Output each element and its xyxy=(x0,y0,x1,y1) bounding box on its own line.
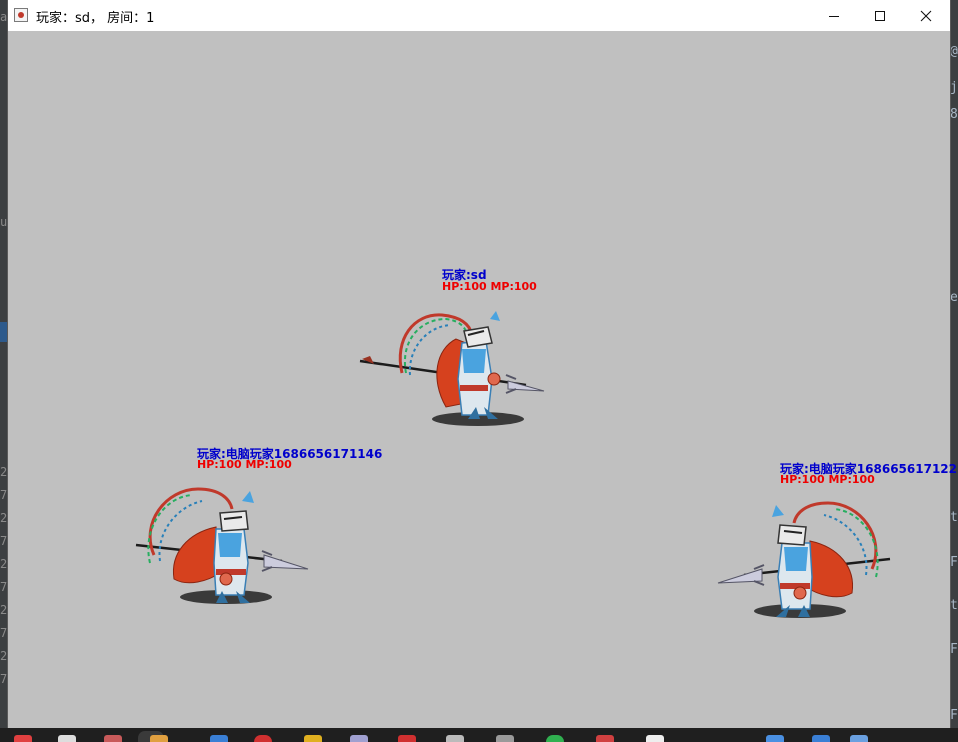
taskbar-app-icon[interactable] xyxy=(446,735,464,742)
window-title: 玩家：sd， 房间：1 xyxy=(36,11,155,26)
taskbar-app-icon[interactable] xyxy=(812,735,830,742)
player-stats-label: HP:100 MP:100 xyxy=(197,458,292,471)
ide-text-fragment: t xyxy=(950,598,958,613)
taskbar-app-icon[interactable] xyxy=(14,735,32,742)
ide-text-fragment: Fa xyxy=(950,642,958,657)
taskbar-app-icon[interactable] xyxy=(254,735,272,742)
ide-text-fragment: 71 xyxy=(0,626,8,640)
taskbar-app-icon[interactable] xyxy=(850,735,868,742)
taskbar-app-icon[interactable] xyxy=(350,735,368,742)
ide-text-fragment: 71 xyxy=(0,534,8,548)
ide-text-fragment: F xyxy=(950,555,958,570)
maximize-icon xyxy=(875,10,885,21)
ide-text-fragment: 20 xyxy=(0,511,8,525)
taskbar-app-icon[interactable] xyxy=(150,735,168,742)
title-bar[interactable]: 玩家：sd， 房间：1 xyxy=(8,0,950,32)
ide-text-fragment: 20 xyxy=(0,603,8,617)
ide-text-fragment: @ xyxy=(950,44,958,59)
ide-text-fragment: 8 xyxy=(950,107,958,122)
warrior-sprite xyxy=(135,487,309,604)
taskbar-app-icon[interactable] xyxy=(58,735,76,742)
warrior-sprite xyxy=(359,311,545,426)
taskbar-app-icon[interactable] xyxy=(646,735,664,742)
ide-text-fragment: 71 xyxy=(0,580,8,594)
game-window: 玩家：sd， 房间：1 玩家:sd HP:100 MP:100 玩家:电脑玩家1… xyxy=(8,0,958,728)
taskbar-app-icon[interactable] xyxy=(104,735,122,742)
warrior-sprite xyxy=(717,501,891,618)
taskbar-app-icon[interactable] xyxy=(496,735,514,742)
game-canvas[interactable]: 玩家:sd HP:100 MP:100 玩家:电脑玩家1686656171146… xyxy=(8,31,958,728)
ide-text-fragment: 20 xyxy=(0,649,8,663)
player-stats-label: HP:100 MP:100 xyxy=(780,473,875,486)
ide-text-fragment: 20 xyxy=(0,557,8,571)
taskbar-app-icon[interactable] xyxy=(210,735,228,742)
taskbar-app-icon[interactable] xyxy=(398,735,416,742)
minimize-button[interactable] xyxy=(811,0,857,31)
java-app-icon[interactable] xyxy=(14,8,28,22)
taskbar-app-icon[interactable] xyxy=(304,735,322,742)
taskbar-app-icon[interactable] xyxy=(766,735,784,742)
ide-text-fragment: er xyxy=(950,290,958,305)
ide-text-fragment: ja xyxy=(950,80,958,95)
ide-text-fragment: 20 xyxy=(0,465,8,479)
taskbar-app-icon[interactable] xyxy=(546,735,564,742)
close-button[interactable] xyxy=(903,0,949,31)
ide-text-fragment: at xyxy=(0,10,8,24)
maximize-button[interactable] xyxy=(857,0,903,31)
ide-text-fragment: F xyxy=(950,708,958,723)
ide-text-fragment: 71 xyxy=(0,488,8,502)
taskbar xyxy=(0,728,958,742)
ide-selected-line xyxy=(0,322,8,342)
player-stats-label: HP:100 MP:100 xyxy=(442,280,537,293)
taskbar-app-icon[interactable] xyxy=(596,735,614,742)
ide-text-fragment: uc xyxy=(0,215,8,229)
minimize-icon xyxy=(829,15,839,17)
ide-text-fragment: t xyxy=(950,510,958,525)
ide-text-fragment: 71 xyxy=(0,672,8,686)
ide-background-left: at uc 20 71 20 71 20 71 20 71 20 71 xyxy=(0,0,8,742)
ide-background-right: @ ja 8 er t F t Fa F xyxy=(950,0,958,742)
close-icon xyxy=(920,10,932,21)
